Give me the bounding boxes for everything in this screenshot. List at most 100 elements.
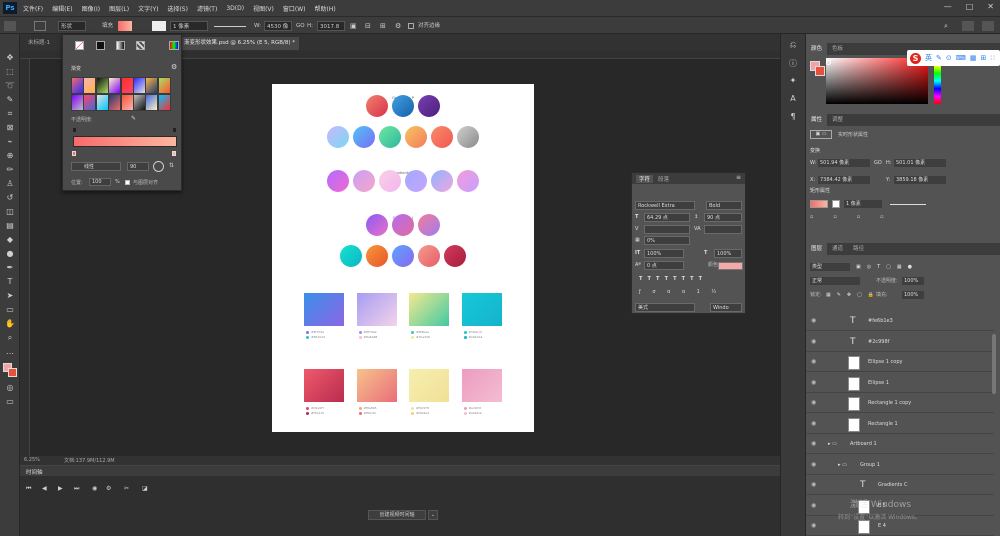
info-panel-icon[interactable]: ⓘ bbox=[787, 58, 799, 70]
align-layer-checkbox[interactable] bbox=[125, 180, 130, 185]
layers-scrollbar[interactable] bbox=[992, 334, 996, 394]
gradient-circle[interactable] bbox=[353, 170, 375, 192]
layer-row[interactable]: ◉ Rectangle 1 copy bbox=[806, 393, 994, 413]
background-color-swatch[interactable] bbox=[8, 368, 17, 377]
layer-row[interactable]: ◉ Rectangle 1 bbox=[806, 414, 994, 434]
position-input[interactable]: 100 bbox=[89, 178, 111, 186]
dodge-tool-icon[interactable]: ● bbox=[4, 248, 16, 260]
gradient-square[interactable] bbox=[461, 293, 502, 326]
audio-icon[interactable]: ◉ bbox=[92, 485, 97, 492]
pen-tool-icon[interactable]: ✒ bbox=[4, 262, 16, 274]
gradient-circle[interactable] bbox=[392, 245, 414, 267]
gradient-preset-swatch[interactable] bbox=[109, 78, 121, 93]
stroke-width-input[interactable]: 1 像素 bbox=[170, 21, 208, 31]
move-tool-icon[interactable]: ✥ bbox=[4, 52, 16, 64]
stroke-width-input[interactable]: 1 像素 bbox=[844, 200, 882, 208]
gradient-square[interactable] bbox=[356, 369, 397, 402]
gradient-preset-swatch[interactable] bbox=[134, 78, 145, 93]
bg-color-swatch[interactable] bbox=[815, 66, 825, 76]
menu-type[interactable]: 文字(Y) bbox=[138, 4, 158, 13]
tab-adjustments[interactable]: 调整 bbox=[827, 114, 848, 126]
baseline-input[interactable]: 0 点 bbox=[644, 261, 684, 270]
horizontal-scale-input[interactable]: 100% bbox=[714, 249, 742, 258]
gradient-circle[interactable] bbox=[327, 170, 349, 192]
visibility-eye-icon[interactable]: ◉ bbox=[811, 373, 816, 393]
path-select-icon[interactable]: ➤ bbox=[4, 290, 16, 302]
x-input[interactable]: 7384.42 像素 bbox=[818, 176, 870, 184]
gradient-circle[interactable] bbox=[392, 95, 414, 117]
font-family-select[interactable]: Rockwell Extra bbox=[635, 201, 695, 210]
gradient-square[interactable] bbox=[461, 369, 502, 402]
menu-filter[interactable]: 滤镜(T) bbox=[197, 4, 217, 13]
panel-menu-icon[interactable]: ≡ bbox=[736, 174, 741, 181]
visibility-eye-icon[interactable]: ◉ bbox=[811, 332, 816, 352]
hand-tool-icon[interactable]: ✋ bbox=[4, 318, 16, 330]
gradient-circle[interactable] bbox=[418, 214, 440, 236]
search-icon[interactable]: ⌕ bbox=[944, 21, 948, 31]
tool-preset-icon[interactable] bbox=[4, 21, 16, 31]
gradient-preset-swatch[interactable] bbox=[72, 78, 83, 93]
color-picker-icon[interactable] bbox=[169, 41, 179, 50]
shape-section[interactable]: 矩形属性 bbox=[810, 187, 830, 195]
ime-voice-icon[interactable]: ⊙ bbox=[946, 54, 952, 62]
next-frame-icon[interactable]: ⏭ bbox=[74, 485, 79, 493]
tab-character[interactable]: 字符 bbox=[636, 175, 654, 183]
paragraph-panel-icon[interactable]: ¶ bbox=[787, 112, 799, 124]
gradient-preset-swatch[interactable] bbox=[109, 94, 121, 110]
settings-icon[interactable]: ⚙ bbox=[106, 485, 111, 492]
gradient-circle[interactable] bbox=[405, 170, 427, 192]
visibility-eye-icon[interactable]: ◉ bbox=[811, 455, 816, 475]
opacity-input[interactable]: 100% bbox=[902, 277, 924, 285]
tracking-select[interactable] bbox=[704, 225, 742, 234]
folder-icon[interactable]: ▸ ▭ bbox=[828, 434, 837, 454]
gradient-preset-swatch[interactable] bbox=[146, 78, 158, 93]
stroke-style-select[interactable] bbox=[890, 204, 926, 205]
path-ops-icon[interactable]: ▣ bbox=[350, 21, 357, 31]
tab-color[interactable]: 颜色 bbox=[806, 43, 828, 55]
text-style-buttons[interactable]: TTTTTTTT bbox=[639, 275, 707, 284]
layer-row[interactable]: ◉ T #2c998f bbox=[806, 332, 994, 352]
play-icon[interactable]: ▶ bbox=[58, 485, 63, 492]
quick-mask-icon[interactable]: ◎ bbox=[4, 382, 16, 394]
color-stop-right[interactable] bbox=[172, 151, 176, 156]
text-color-swatch[interactable] bbox=[718, 262, 743, 270]
minimize-button[interactable]: — bbox=[944, 2, 952, 11]
gradient-preset-swatch[interactable] bbox=[121, 94, 133, 110]
share-icon[interactable] bbox=[982, 21, 994, 31]
stroke-swatch[interactable] bbox=[152, 21, 166, 31]
gradient-circle[interactable] bbox=[327, 126, 349, 148]
gradient-bar[interactable] bbox=[73, 136, 177, 147]
gradient-preset-swatch[interactable] bbox=[84, 94, 96, 110]
menu-edit[interactable]: 编辑(E) bbox=[52, 4, 72, 13]
tab-swatches[interactable]: 色板 bbox=[827, 43, 848, 55]
ime-menu-icon[interactable]: ∷ bbox=[990, 54, 994, 62]
gradient-circle[interactable] bbox=[457, 170, 479, 192]
y-input[interactable]: 3859.18 像素 bbox=[894, 176, 946, 184]
leading-input[interactable]: 90 点 bbox=[704, 213, 742, 222]
w-input[interactable]: 501.94 像素 bbox=[818, 159, 870, 167]
opacity-stop-right[interactable] bbox=[173, 128, 176, 132]
ime-keyboard-icon[interactable]: ⌨ bbox=[956, 54, 966, 62]
rectangle-tool-icon[interactable]: ▭ bbox=[4, 304, 16, 316]
ime-pen-icon[interactable]: ✎ bbox=[936, 54, 942, 62]
shape-mode-select[interactable]: 形状 bbox=[58, 21, 86, 31]
tsume-input[interactable]: 0% bbox=[644, 236, 690, 245]
gradient-preset-swatch[interactable] bbox=[158, 94, 170, 110]
gradient-circle[interactable] bbox=[418, 245, 440, 267]
rect-shape-icon[interactable] bbox=[34, 21, 46, 31]
solid-color-icon[interactable] bbox=[96, 41, 105, 50]
visibility-eye-icon[interactable]: ◉ bbox=[811, 352, 816, 372]
clone-stamp-icon[interactable]: ♙ bbox=[4, 178, 16, 190]
gradient-circle[interactable] bbox=[340, 245, 362, 267]
menu-view[interactable]: 视图(V) bbox=[253, 4, 274, 13]
antialias-select[interactable]: Windo bbox=[710, 303, 742, 312]
gradient-circle[interactable] bbox=[366, 245, 388, 267]
fill-swatch[interactable] bbox=[118, 21, 132, 31]
type-tool-icon[interactable]: T bbox=[4, 276, 16, 288]
opentype-buttons[interactable]: ƒ σ ɑ ɑ 1 ½ bbox=[639, 288, 721, 297]
gradient-preset-swatch[interactable] bbox=[134, 94, 145, 110]
ime-skin-icon[interactable]: ▦ bbox=[970, 54, 977, 62]
layer-row[interactable]: ◉ ▸ ▭ Group 1 bbox=[806, 455, 994, 475]
tab-paragraph[interactable]: 段落 bbox=[658, 175, 669, 183]
prev-frame-icon[interactable]: ◀ bbox=[42, 485, 47, 492]
